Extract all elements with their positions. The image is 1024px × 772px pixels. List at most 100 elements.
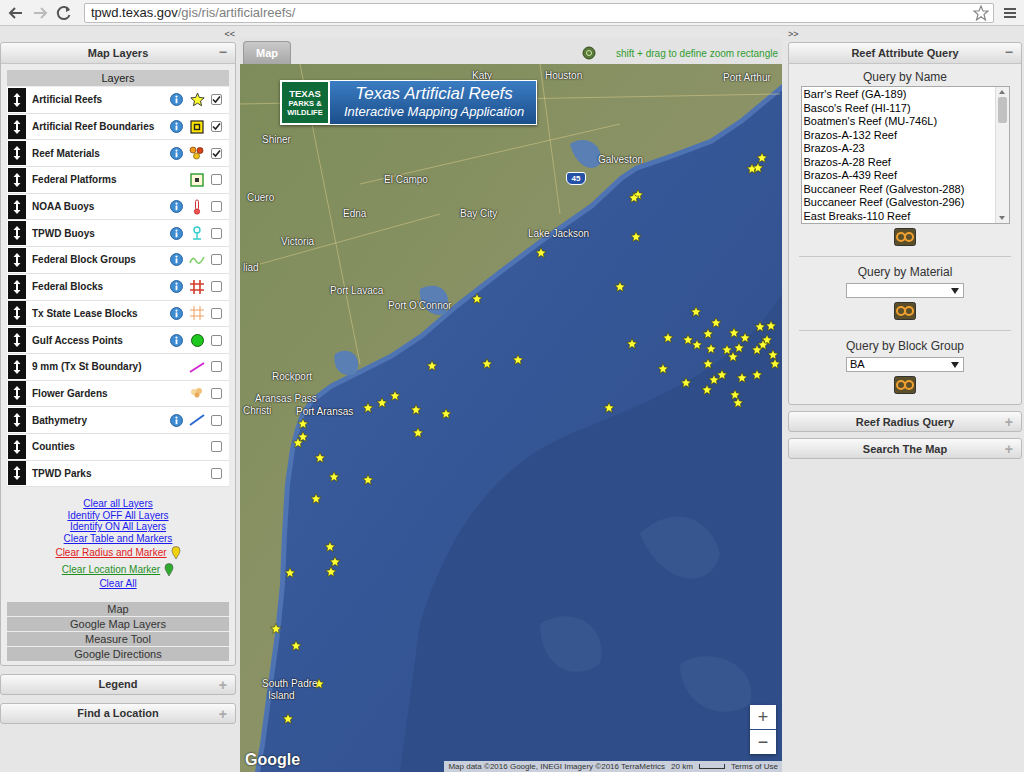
- reef-marker[interactable]: [427, 361, 437, 371]
- reef-marker[interactable]: [728, 352, 738, 362]
- drag-handle-icon[interactable]: [8, 88, 26, 112]
- action-link[interactable]: Clear Location Marker: [62, 564, 160, 576]
- info-icon[interactable]: [170, 334, 183, 347]
- reef-marker[interactable]: [711, 318, 721, 328]
- layer-checkbox[interactable]: [211, 361, 222, 372]
- layer-row[interactable]: TPWD Parks: [7, 461, 229, 488]
- reef-marker[interactable]: [658, 364, 668, 374]
- scroll-up-icon[interactable]: [996, 87, 1008, 97]
- layer-row[interactable]: TPWD Buoys: [7, 220, 229, 247]
- reef-marker[interactable]: [709, 375, 719, 385]
- action-link[interactable]: Identify ON All Layers: [70, 521, 166, 533]
- reef-marker[interactable]: [411, 405, 421, 415]
- reef-option[interactable]: Brazos-A-28 Reef: [804, 156, 993, 170]
- layer-row[interactable]: Federal Platforms: [7, 167, 229, 194]
- info-icon[interactable]: [170, 280, 183, 293]
- reef-marker[interactable]: [703, 329, 713, 339]
- reef-marker[interactable]: [325, 542, 335, 552]
- layer-row[interactable]: 9 mm (Tx St Boundary): [7, 354, 229, 381]
- layer-checkbox[interactable]: [211, 388, 222, 399]
- drag-handle-icon[interactable]: [8, 381, 26, 405]
- reef-marker[interactable]: [768, 350, 778, 360]
- drag-handle-icon[interactable]: [8, 461, 26, 485]
- terms-link[interactable]: Terms of Use: [731, 762, 778, 771]
- reef-marker[interactable]: [755, 322, 765, 332]
- go-button[interactable]: [894, 302, 916, 320]
- reef-marker[interactable]: [734, 343, 744, 353]
- reef-marker[interactable]: [730, 390, 740, 400]
- map[interactable]: KatyHoustonPort ArthurShinerGalvestonEl …: [240, 64, 782, 772]
- collapsed-panel[interactable]: Legend+: [0, 674, 236, 695]
- action-link[interactable]: Clear Table and Markers: [64, 533, 173, 545]
- layer-checkbox[interactable]: [211, 174, 222, 185]
- reef-option[interactable]: Brazos-A-439 Reef: [804, 169, 993, 183]
- drag-handle-icon[interactable]: [8, 408, 26, 432]
- collapsed-panel[interactable]: Search The Map+: [788, 438, 1022, 459]
- material-select[interactable]: [846, 283, 964, 298]
- layer-row[interactable]: Bathymetry: [7, 407, 229, 434]
- reef-marker[interactable]: [752, 370, 762, 380]
- reef-marker[interactable]: [629, 193, 639, 203]
- expand-toggle[interactable]: +: [219, 706, 227, 722]
- drag-handle-icon[interactable]: [8, 248, 26, 272]
- section-bar[interactable]: Google Map Layers: [7, 617, 229, 631]
- layer-row[interactable]: Gulf Access Points: [7, 327, 229, 354]
- reef-marker[interactable]: [631, 232, 641, 242]
- reef-marker[interactable]: [326, 567, 336, 577]
- reef-marker[interactable]: [536, 248, 546, 258]
- reef-marker[interactable]: [311, 494, 321, 504]
- reef-marker[interactable]: [770, 359, 780, 369]
- reef-option[interactable]: Boatmen's Reef (MU-746L): [804, 115, 993, 129]
- map-tab[interactable]: Map: [243, 41, 291, 64]
- collapse-toggle[interactable]: −: [1005, 44, 1013, 60]
- layer-row[interactable]: NOAA Buoys: [7, 194, 229, 221]
- scrollbar[interactable]: [995, 87, 1009, 223]
- layer-checkbox[interactable]: [211, 441, 222, 452]
- info-icon[interactable]: [170, 414, 183, 427]
- layer-checkbox[interactable]: [211, 468, 222, 479]
- zoom-out-button[interactable]: −: [750, 730, 776, 754]
- layer-checkbox[interactable]: [211, 415, 222, 426]
- drag-handle-icon[interactable]: [8, 301, 26, 325]
- reef-marker[interactable]: [293, 438, 303, 448]
- reef-marker[interactable]: [283, 714, 293, 724]
- address-bar[interactable]: tpwd.texas.gov/gis/ris/artificialreefs/: [84, 3, 994, 23]
- reef-marker[interactable]: [627, 339, 637, 349]
- reef-marker[interactable]: [604, 403, 614, 413]
- reef-marker[interactable]: [472, 294, 482, 304]
- back-arrow-icon[interactable]: [8, 5, 24, 21]
- drag-handle-icon[interactable]: [8, 275, 26, 299]
- reef-option[interactable]: Brazos-A-132 Reef: [804, 129, 993, 143]
- drag-handle-icon[interactable]: [8, 435, 26, 459]
- reef-option[interactable]: East Breaks-110 Reef: [804, 210, 993, 224]
- layer-row[interactable]: Artificial Reefs: [7, 87, 229, 114]
- reef-marker[interactable]: [752, 345, 762, 355]
- reef-marker[interactable]: [706, 344, 716, 354]
- drag-handle-icon[interactable]: [8, 355, 26, 379]
- reef-marker[interactable]: [413, 428, 423, 438]
- reef-marker[interactable]: [285, 568, 295, 578]
- reef-marker[interactable]: [315, 453, 325, 463]
- layer-row[interactable]: Tx State Lease Blocks: [7, 301, 229, 328]
- reef-marker[interactable]: [757, 153, 767, 163]
- reef-marker[interactable]: [363, 475, 373, 485]
- layer-row[interactable]: Artificial Reef Boundaries: [7, 114, 229, 141]
- section-bar[interactable]: Google Directions: [7, 647, 229, 661]
- layer-checkbox[interactable]: [211, 335, 222, 346]
- reef-marker[interactable]: [729, 328, 739, 338]
- drag-handle-icon[interactable]: [8, 115, 26, 139]
- reef-marker[interactable]: [329, 472, 339, 482]
- reef-marker[interactable]: [390, 391, 400, 401]
- layer-checkbox[interactable]: [211, 228, 222, 239]
- reef-marker[interactable]: [692, 340, 702, 350]
- info-icon[interactable]: [170, 200, 183, 213]
- collapse-left-button[interactable]: <<: [0, 26, 236, 42]
- reef-marker[interactable]: [271, 624, 281, 634]
- action-link[interactable]: Clear Radius and Marker: [55, 547, 166, 559]
- bookmark-star-icon[interactable]: [973, 5, 989, 21]
- action-link[interactable]: Identify OFF All Layers: [67, 510, 168, 522]
- reef-marker[interactable]: [291, 641, 301, 651]
- reef-marker[interactable]: [702, 385, 712, 395]
- reef-option[interactable]: Buccaneer Reef (Galveston-288): [804, 183, 993, 197]
- drag-handle-icon[interactable]: [8, 328, 26, 352]
